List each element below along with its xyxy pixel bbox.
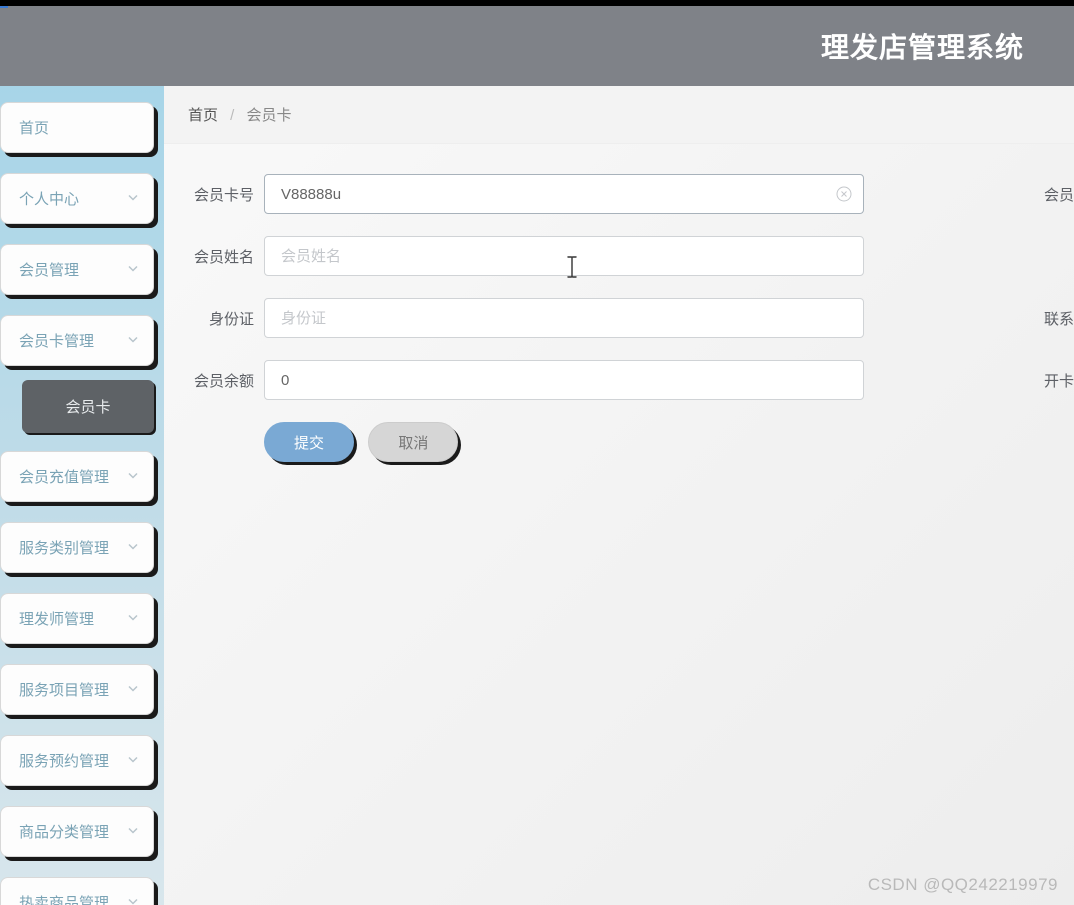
sidebar-item-service-project[interactable]: 服务项目管理 — [0, 664, 154, 715]
sidebar-item-personal[interactable]: 个人中心 — [0, 173, 154, 224]
member-label-partial: 会员 — [1044, 184, 1074, 205]
header: 理发店管理系统 — [0, 6, 1074, 86]
sidebar-subitem-card[interactable]: 会员卡 — [22, 380, 154, 433]
chevron-down-icon — [127, 468, 139, 485]
sidebar-item-label: 个人中心 — [19, 191, 79, 208]
chevron-down-icon — [127, 332, 139, 349]
breadcrumb-separator: / — [230, 107, 234, 124]
card-no-label: 会员卡号 — [184, 184, 254, 205]
sidebar-item-hot-product[interactable]: 热卖商品管理 — [0, 877, 154, 905]
cancel-button[interactable]: 取消 — [368, 422, 458, 462]
contact-label-partial: 联系 — [1044, 308, 1074, 329]
sidebar-item-product-category[interactable]: 商品分类管理 — [0, 806, 154, 857]
sidebar-item-label: 会员充值管理 — [19, 469, 109, 486]
sidebar-item-barber[interactable]: 理发师管理 — [0, 593, 154, 644]
name-label: 会员姓名 — [184, 246, 254, 267]
breadcrumb-home[interactable]: 首页 — [188, 107, 218, 124]
sidebar-item-label: 商品分类管理 — [19, 824, 109, 841]
app-title: 理发店管理系统 — [821, 26, 1024, 66]
sidebar-item-service-category[interactable]: 服务类别管理 — [0, 522, 154, 573]
sidebar: 首页 个人中心 会员管理 会员卡管理 会员卡 会员充值管理 — [0, 86, 164, 905]
open-card-label-partial: 开卡 — [1044, 370, 1074, 391]
chevron-down-icon — [127, 681, 139, 698]
sidebar-item-recharge[interactable]: 会员充值管理 — [0, 451, 154, 502]
id-input[interactable] — [264, 298, 864, 338]
sidebar-item-label: 热卖商品管理 — [19, 895, 109, 905]
sidebar-subitem-label: 会员卡 — [65, 399, 110, 416]
chevron-down-icon — [127, 190, 139, 207]
balance-input[interactable] — [264, 360, 864, 400]
sidebar-item-label: 服务项目管理 — [19, 682, 109, 699]
main-content: 首页 / 会员卡 会员卡号 会员 会员姓名 — [164, 86, 1074, 905]
top-accent — [0, 6, 8, 8]
chevron-down-icon — [127, 610, 139, 627]
sidebar-item-home[interactable]: 首页 — [0, 102, 154, 153]
sidebar-item-label: 会员卡管理 — [19, 333, 94, 350]
chevron-down-icon — [127, 261, 139, 278]
sidebar-item-label: 服务类别管理 — [19, 540, 109, 557]
sidebar-item-card-mgmt[interactable]: 会员卡管理 — [0, 315, 154, 366]
chevron-down-icon — [127, 539, 139, 556]
breadcrumb-current: 会员卡 — [247, 107, 292, 124]
chevron-down-icon — [127, 752, 139, 769]
breadcrumb: 首页 / 会员卡 — [164, 86, 1074, 144]
sidebar-item-label: 会员管理 — [19, 262, 79, 279]
sidebar-item-member-mgmt[interactable]: 会员管理 — [0, 244, 154, 295]
clear-icon[interactable] — [836, 186, 852, 202]
form: 会员卡号 会员 会员姓名 身份证 — [164, 144, 1074, 462]
sidebar-item-label: 首页 — [19, 120, 49, 137]
balance-label: 会员余额 — [184, 370, 254, 391]
card-no-input[interactable] — [264, 174, 864, 214]
chevron-down-icon — [127, 894, 139, 905]
submit-button[interactable]: 提交 — [264, 422, 354, 462]
sidebar-item-appointment[interactable]: 服务预约管理 — [0, 735, 154, 786]
sidebar-item-label: 服务预约管理 — [19, 753, 109, 770]
chevron-down-icon — [127, 823, 139, 840]
id-label: 身份证 — [184, 308, 254, 329]
name-input[interactable] — [264, 236, 864, 276]
sidebar-item-label: 理发师管理 — [19, 611, 94, 628]
watermark: CSDN @QQ242219979 — [868, 875, 1058, 895]
